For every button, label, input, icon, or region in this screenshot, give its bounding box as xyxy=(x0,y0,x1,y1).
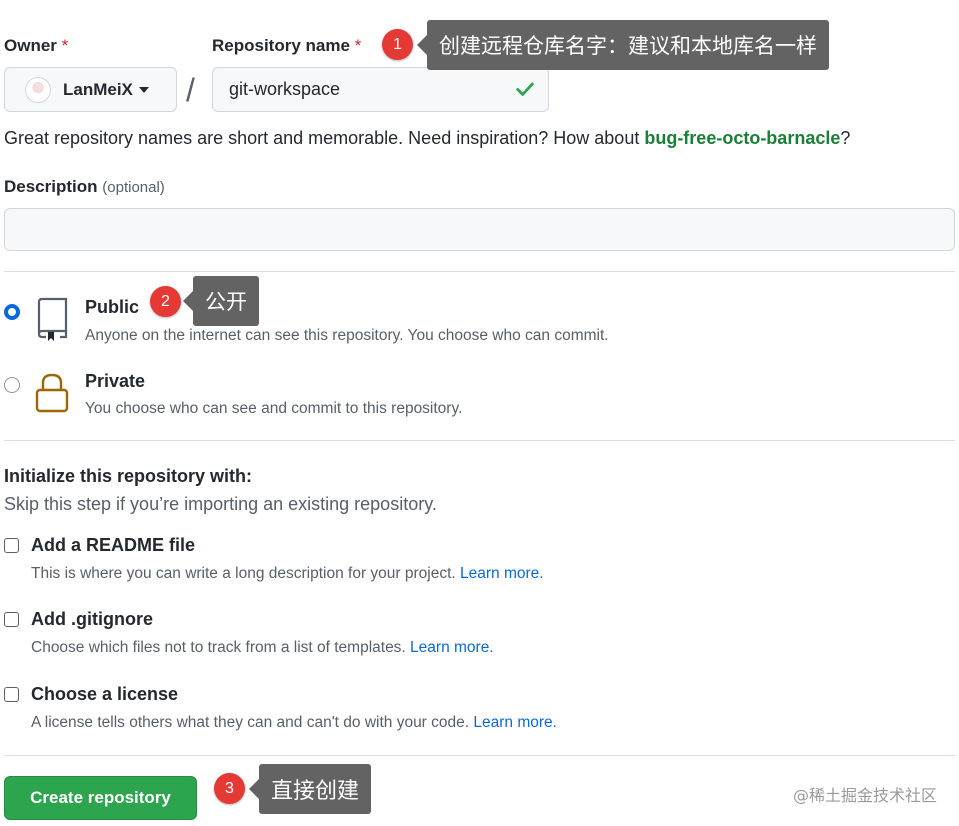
annotation-tooltip-1: 创建远程仓库名字：建议和本地库名一样 xyxy=(417,20,829,70)
license-checkbox[interactable] xyxy=(4,687,19,702)
repo-name-hint: Great repository names are short and mem… xyxy=(4,128,850,149)
annotation-badge-2: 2 xyxy=(150,286,181,317)
create-repository-button[interactable]: Create repository xyxy=(4,776,197,820)
annotation-badge-1: 1 xyxy=(382,29,413,60)
readme-desc-text: This is where you can write a long descr… xyxy=(31,565,461,582)
license-description: A license tells others what they can and… xyxy=(31,714,557,732)
public-title: Public xyxy=(85,297,140,317)
annotation-tooltip-2: 公开 xyxy=(183,276,259,326)
repo-name-value: git-workspace xyxy=(229,79,341,99)
avatar xyxy=(25,76,51,103)
check-icon xyxy=(516,82,534,96)
gitignore-learn-more-link[interactable]: Learn more. xyxy=(410,639,494,656)
private-title: Private xyxy=(85,371,146,391)
divider xyxy=(4,440,955,441)
readme-learn-more-link[interactable]: Learn more. xyxy=(460,565,544,582)
private-radio[interactable] xyxy=(4,377,20,393)
gitignore-title: Add .gitignore xyxy=(31,609,153,629)
public-radio[interactable] xyxy=(4,304,20,320)
repo-name-required-mark: * xyxy=(354,36,362,55)
init-section-subtitle: Skip this step if you’re importing an ex… xyxy=(4,494,437,514)
readme-title: Add a README file xyxy=(31,535,196,555)
repo-name-label-text: Repository name xyxy=(212,36,350,55)
owner-select-button[interactable]: LanMeiX xyxy=(4,67,177,112)
name-suggestion-link[interactable]: bug-free-octo-barnacle xyxy=(644,128,840,148)
private-description: You choose who can see and commit to thi… xyxy=(85,400,463,417)
description-label-text: Description xyxy=(4,177,98,196)
public-description: Anyone on the internet can see this repo… xyxy=(85,327,609,344)
readme-description: This is where you can write a long descr… xyxy=(31,565,544,583)
description-optional: (optional) xyxy=(102,179,165,196)
caret-down-icon xyxy=(138,86,149,93)
gitignore-description: Choose which files not to track from a l… xyxy=(31,639,494,657)
owner-required-mark: * xyxy=(61,36,69,55)
readme-checkbox[interactable] xyxy=(4,538,19,553)
init-section-title: Initialize this repository with: xyxy=(4,466,253,486)
hint-text: Great repository names are short and mem… xyxy=(4,128,645,148)
license-title: Choose a license xyxy=(31,684,179,704)
annotation-badge-3: 3 xyxy=(214,773,245,804)
repo-name-label: Repository name * xyxy=(212,36,361,56)
owner-label: Owner * xyxy=(4,36,68,56)
lock-icon xyxy=(35,373,69,413)
description-label: Description (optional) xyxy=(4,177,165,197)
gitignore-checkbox[interactable] xyxy=(4,612,19,627)
divider xyxy=(4,271,955,272)
repo-name-input[interactable]: git-workspace xyxy=(212,67,549,112)
gitignore-desc-text: Choose which files not to track from a l… xyxy=(31,639,411,656)
hint-suffix: ? xyxy=(840,128,851,148)
license-desc-text: A license tells others what they can and… xyxy=(31,714,474,731)
repo-book-icon xyxy=(37,297,68,341)
license-learn-more-link[interactable]: Learn more. xyxy=(473,714,557,731)
divider xyxy=(4,755,955,756)
owner-value: LanMeiX xyxy=(63,79,133,99)
owner-label-text: Owner xyxy=(4,36,57,55)
annotation-tooltip-3: 直接创建 xyxy=(248,764,372,814)
watermark: @稀土掘金技术社区 xyxy=(792,786,937,805)
description-input[interactable] xyxy=(4,208,955,251)
owner-repo-separator: / xyxy=(186,72,195,108)
